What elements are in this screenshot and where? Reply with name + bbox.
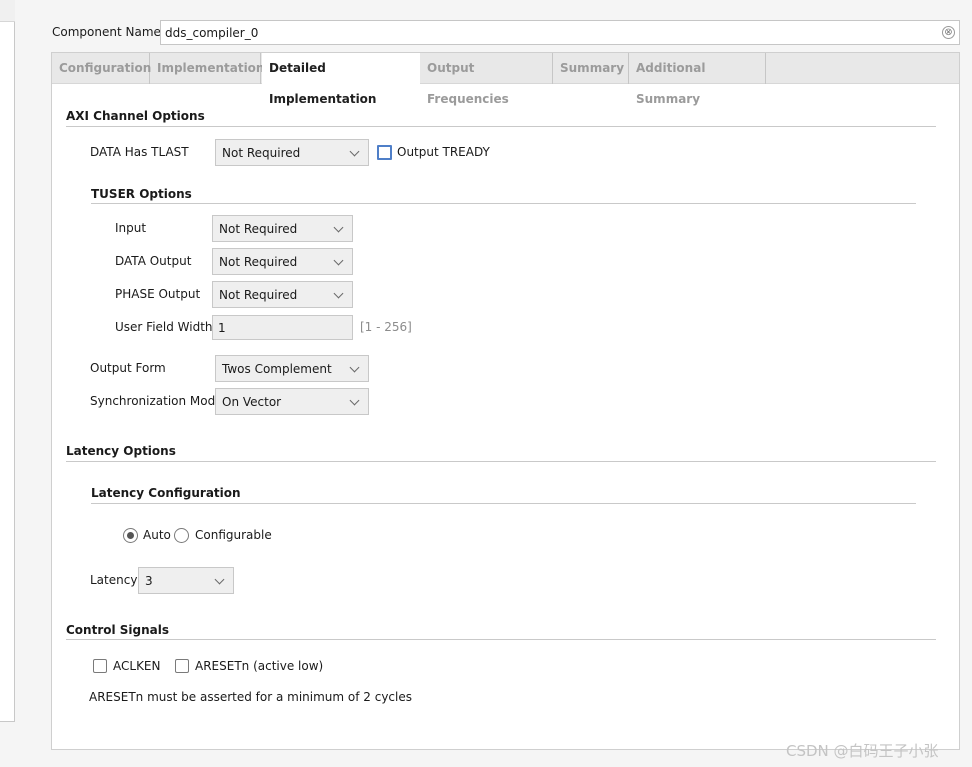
aclken-checkbox[interactable] bbox=[93, 659, 107, 673]
tuser-divider bbox=[91, 203, 916, 204]
tuser-input-dropdown[interactable]: Not Required bbox=[212, 215, 353, 242]
component-name-input[interactable]: dds_compiler_0 ⊗ bbox=[160, 20, 960, 45]
aresetn-label: ARESETn (active low) bbox=[195, 659, 324, 673]
tab-detailed-implementation[interactable]: Detailed Implementation bbox=[262, 53, 420, 106]
latency-dropdown[interactable]: 3 bbox=[138, 567, 234, 594]
data-output-label: DATA Output bbox=[115, 254, 192, 268]
left-pane-header bbox=[0, 0, 15, 22]
tab-additional-summary[interactable]: Additional Summary bbox=[629, 53, 766, 106]
tab-implementation[interactable]: Implementation bbox=[150, 53, 264, 84]
tab-output-frequencies[interactable]: Output Frequencies bbox=[420, 53, 553, 106]
chevron-down-icon bbox=[349, 362, 360, 373]
chevron-down-icon bbox=[333, 255, 344, 266]
tuser-input-value: Not Required bbox=[219, 222, 298, 236]
output-form-value: Twos Complement bbox=[222, 362, 332, 376]
configurable-radio[interactable] bbox=[174, 528, 189, 543]
left-side-pane bbox=[0, 0, 15, 722]
phase-output-value: Not Required bbox=[219, 288, 298, 302]
user-field-width-value: 1 bbox=[218, 321, 226, 335]
chevron-down-icon bbox=[349, 146, 360, 157]
control-signals-title: Control Signals bbox=[66, 623, 170, 637]
tuser-input-label: Input bbox=[115, 221, 147, 235]
output-form-label: Output Form bbox=[90, 361, 166, 375]
axi-channel-options-title: AXI Channel Options bbox=[66, 109, 205, 123]
latency-value: 3 bbox=[145, 574, 153, 588]
chevron-down-icon bbox=[333, 288, 344, 299]
auto-label: Auto bbox=[143, 528, 171, 542]
component-name-label: Component Name bbox=[52, 25, 161, 39]
data-has-tlast-value: Not Required bbox=[222, 146, 301, 160]
chevron-down-icon bbox=[214, 574, 225, 585]
aresetn-note: ARESETn must be asserted for a minimum o… bbox=[89, 690, 412, 704]
user-field-width-label: User Field Width bbox=[115, 320, 213, 334]
latency-options-title: Latency Options bbox=[66, 444, 176, 458]
auto-radio[interactable] bbox=[123, 528, 138, 543]
synchronization-mode-value: On Vector bbox=[222, 395, 282, 409]
output-tready-label: Output TREADY bbox=[397, 145, 490, 159]
axi-divider bbox=[66, 126, 936, 127]
data-output-value: Not Required bbox=[219, 255, 298, 269]
control-divider bbox=[66, 639, 936, 640]
phase-output-dropdown[interactable]: Not Required bbox=[212, 281, 353, 308]
settings-panel: Configuration Implementation Detailed Im… bbox=[51, 52, 960, 750]
aresetn-checkbox[interactable] bbox=[175, 659, 189, 673]
latency-configuration-title: Latency Configuration bbox=[91, 486, 241, 500]
user-field-width-input[interactable]: 1 bbox=[212, 315, 353, 340]
configurable-label: Configurable bbox=[195, 528, 272, 542]
synchronization-mode-label: Synchronization Mode bbox=[90, 394, 223, 408]
data-has-tlast-dropdown[interactable]: Not Required bbox=[215, 139, 369, 166]
synchronization-mode-dropdown[interactable]: On Vector bbox=[215, 388, 369, 415]
chevron-down-icon bbox=[349, 395, 360, 406]
output-tready-checkbox[interactable] bbox=[377, 145, 392, 160]
latency-label: Latency bbox=[90, 573, 138, 587]
clear-icon[interactable]: ⊗ bbox=[942, 26, 955, 39]
tab-summary[interactable]: Summary bbox=[553, 53, 629, 84]
tab-configuration[interactable]: Configuration bbox=[52, 53, 151, 84]
chevron-down-icon bbox=[333, 222, 344, 233]
user-field-width-range: [1 - 256] bbox=[360, 320, 412, 334]
tuser-options-title: TUSER Options bbox=[91, 187, 192, 201]
data-has-tlast-label: DATA Has TLAST bbox=[90, 145, 189, 159]
latency-divider bbox=[66, 461, 936, 462]
watermark-text: CSDN @白码王子小张 bbox=[786, 742, 939, 760]
tab-bar: Configuration Implementation Detailed Im… bbox=[52, 53, 959, 106]
component-name-value: dds_compiler_0 bbox=[165, 26, 259, 40]
aclken-label: ACLKEN bbox=[113, 659, 161, 673]
output-form-dropdown[interactable]: Twos Complement bbox=[215, 355, 369, 382]
phase-output-label: PHASE Output bbox=[115, 287, 201, 301]
latency-config-divider bbox=[91, 503, 916, 504]
data-output-dropdown[interactable]: Not Required bbox=[212, 248, 353, 275]
